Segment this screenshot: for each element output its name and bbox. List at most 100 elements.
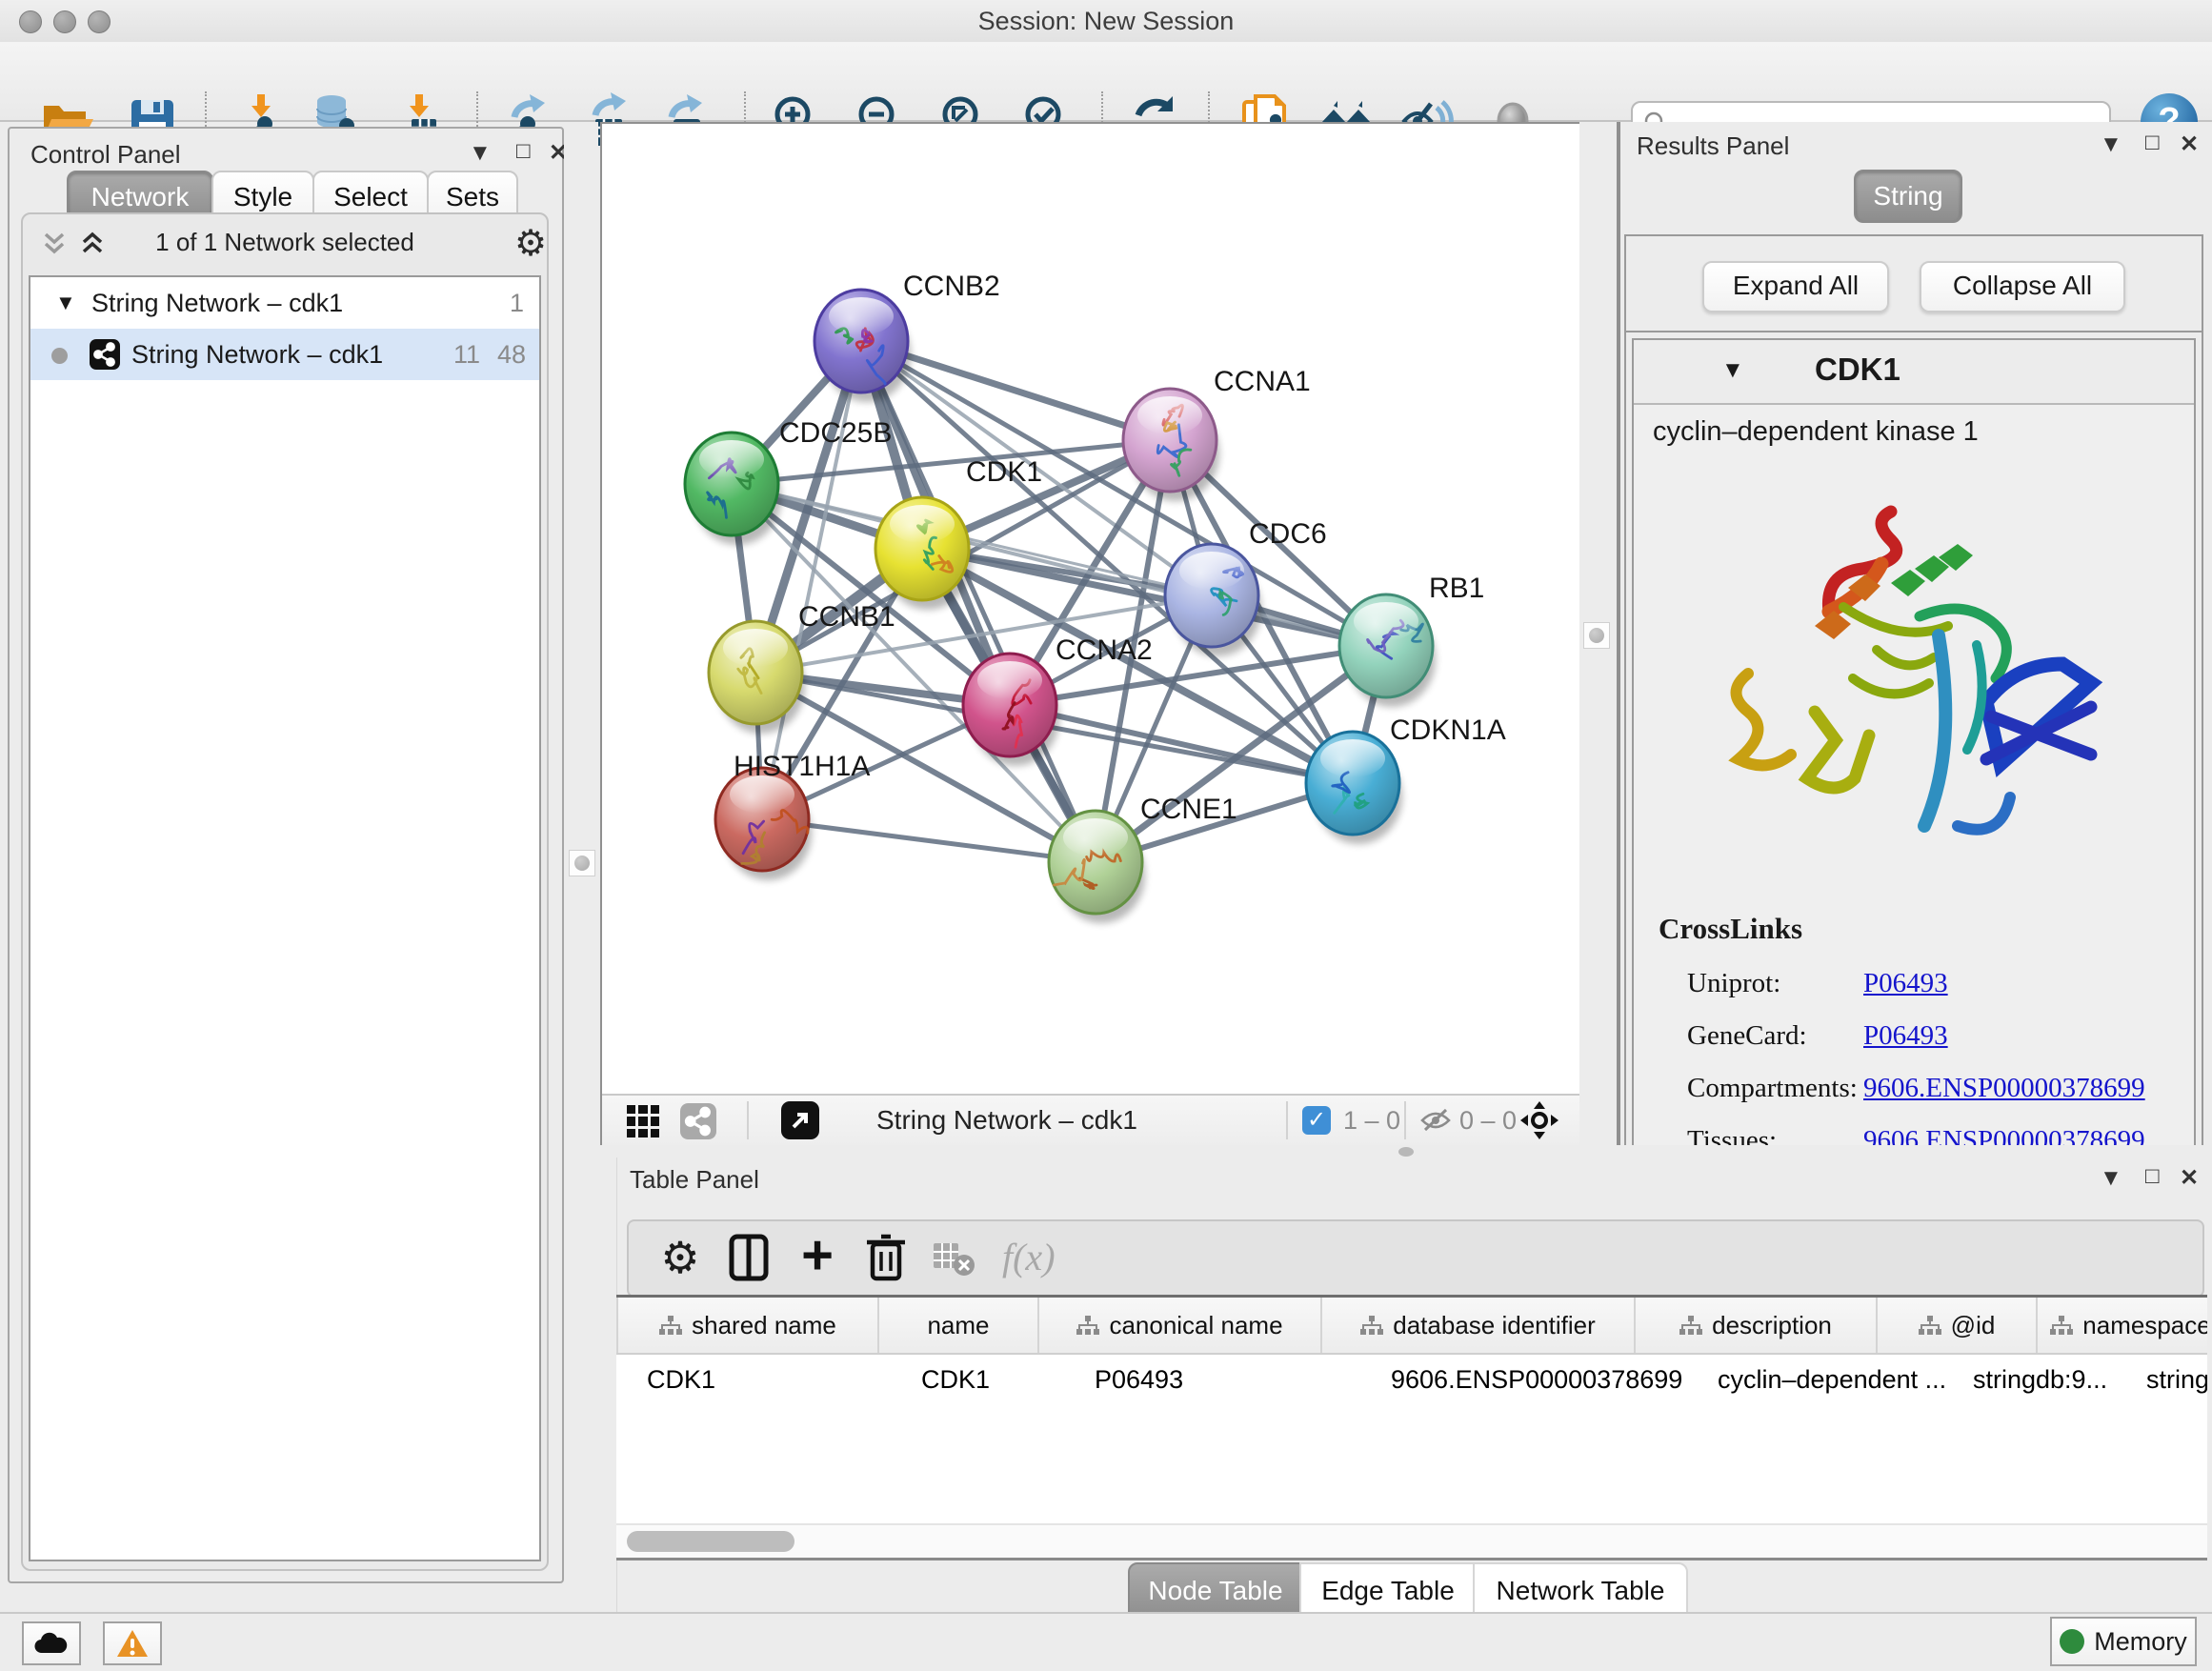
tab-string[interactable]: String [1854, 170, 1962, 223]
collapse-panel-icon[interactable]: ▼ [2100, 1165, 2122, 1192]
crosslinks-title: CrossLinks [1659, 912, 1802, 946]
network-tree: ▼ String Network – cdk1 1 String Network… [29, 275, 541, 1561]
splitter-handle[interactable] [1583, 622, 1610, 649]
status-bar: Memory [0, 1612, 2212, 1671]
table-panel-title: Table Panel [630, 1165, 759, 1195]
gene-name: CDK1 [1815, 352, 1900, 388]
node-count: 11 [453, 329, 480, 380]
crosslink-link[interactable]: 9606.ENSP00000378699 [1863, 1073, 2145, 1104]
table-cell: stringdb:9... [1958, 1355, 2131, 1404]
close-panel-icon[interactable]: ✕ [2180, 131, 2199, 158]
table-cell: CDK1 [632, 1355, 906, 1404]
crosslink-label: GeneCard: [1687, 1020, 1863, 1052]
warning-icon [115, 1628, 150, 1659]
memory-button[interactable]: Memory [2050, 1617, 2197, 1666]
column-header-description[interactable]: description [1636, 1298, 1878, 1353]
network-view-title: String Network – cdk1 [876, 1096, 1137, 1145]
show-columns-icon[interactable] [720, 1229, 777, 1286]
float-panel-icon[interactable]: □ [2145, 130, 2160, 156]
detach-view-icon[interactable] [781, 1101, 819, 1139]
column-header-canonical-name[interactable]: canonical name [1039, 1298, 1322, 1353]
table-row[interactable]: CDK1CDK1P064939606.ENSP00000378699cyclin… [616, 1355, 2207, 1404]
column-namespace-icon [1919, 1315, 1941, 1336]
network-options-gear-icon[interactable]: ⚙ [514, 222, 547, 265]
hidden-eye-icon[interactable] [1419, 1107, 1452, 1134]
function-builder-icon: f(x) [1002, 1229, 1107, 1286]
crosslink-label: Uniprot: [1687, 968, 1863, 999]
left-splitter[interactable] [564, 122, 598, 1145]
table-cell: CDK1 [906, 1355, 1079, 1404]
cytoscape-window: Session: New Session [0, 0, 2212, 1671]
cloud-status-button[interactable] [22, 1621, 81, 1665]
birds-eye-view-icon[interactable] [1518, 1099, 1560, 1141]
selected-checkbox-icon[interactable]: ✓ [1302, 1106, 1331, 1135]
network-edge[interactable] [861, 341, 1096, 862]
network-share-view-icon[interactable] [680, 1103, 716, 1139]
node-label: CCNB1 [798, 601, 895, 633]
window-title: Session: New Session [0, 0, 2212, 42]
expand-all-button[interactable]: Expand All [1702, 261, 1889, 312]
network-edge[interactable] [762, 819, 1096, 862]
string-network-icon [90, 339, 120, 370]
results-buttons-row: Expand All Collapse All [1626, 236, 2202, 332]
network-edge[interactable] [762, 341, 861, 819]
column-header-namespace[interactable]: namespace [2038, 1298, 2207, 1353]
float-panel-icon[interactable]: □ [516, 138, 531, 165]
tree-expand-icon[interactable]: ▼ [55, 277, 76, 329]
splitter-handle[interactable] [1398, 1147, 1414, 1157]
network-collection-row[interactable]: ▼ String Network – cdk1 1 [30, 277, 539, 329]
grid-view-icon[interactable] [627, 1105, 659, 1137]
column-label: namespace [2082, 1311, 2207, 1340]
horizontal-splitter[interactable] [600, 1145, 2212, 1158]
results-panel-title: Results Panel [1637, 131, 1789, 161]
delete-column-icon[interactable] [857, 1229, 915, 1286]
warning-status-button[interactable] [103, 1621, 162, 1665]
cloud-icon [32, 1630, 70, 1657]
crosslink-link[interactable]: P06493 [1863, 968, 1948, 999]
section-collapse-icon[interactable]: ▼ [1721, 357, 1744, 384]
column-namespace-icon [1679, 1315, 1702, 1336]
column-label: @id [1951, 1311, 1996, 1340]
network-canvas[interactable]: CCNB2CCNA1CDC25BCDK1CDC6RB1CCNB1CCNA2CDK… [602, 124, 1581, 1094]
node-label: CDKN1A [1390, 715, 1506, 746]
right-splitter[interactable] [1579, 122, 1617, 1145]
close-panel-icon[interactable]: ✕ [2180, 1164, 2199, 1192]
column-header--id[interactable]: @id [1878, 1298, 2038, 1353]
table-cell: cyclin–dependent ... [1702, 1355, 1958, 1404]
memory-label: Memory [2094, 1627, 2187, 1657]
gene-section-header[interactable]: ▼ CDK1 [1634, 340, 2194, 405]
table-hscrollbar[interactable] [616, 1523, 2207, 1558]
column-namespace-icon [2050, 1315, 2073, 1336]
node-label: CCNA2 [1056, 634, 1153, 666]
network-view-toolbar: String Network – cdk1 ✓ 1 – 0 0 – 0 [602, 1094, 1581, 1145]
node-table: shared namenamecanonical namedatabase id… [616, 1295, 2207, 1560]
float-panel-icon[interactable]: □ [2145, 1163, 2160, 1190]
node-label: CCNA1 [1214, 366, 1311, 397]
crosslink-row: GeneCard:P06493 [1687, 1010, 2182, 1062]
create-column-icon[interactable]: + [789, 1229, 846, 1286]
network-collection-label: String Network – cdk1 [91, 277, 343, 329]
table-header-row: shared namenamecanonical namedatabase id… [616, 1298, 2207, 1355]
network-list-box: 1 of 1 Network selected ⚙ ▼ String Netwo… [21, 212, 549, 1571]
column-header-name[interactable]: name [879, 1298, 1039, 1353]
collapse-panel-icon[interactable]: ▼ [2100, 131, 2122, 158]
toolbar-separator [1286, 1101, 1288, 1139]
delete-table-icon [930, 1229, 977, 1286]
collapse-all-button[interactable]: Collapse All [1920, 261, 2125, 312]
table-options-gear-icon[interactable]: ⚙ [652, 1229, 709, 1286]
hidden-node-edge-counts: 0 – 0 [1459, 1096, 1517, 1145]
column-header-database-identifier[interactable]: database identifier [1322, 1298, 1636, 1353]
column-header-shared-name[interactable]: shared name [618, 1298, 879, 1353]
crosslink-link[interactable]: P06493 [1863, 1020, 1948, 1052]
network-row[interactable]: String Network – cdk1 11 48 [30, 329, 539, 380]
column-label: description [1712, 1311, 1832, 1340]
scrollbar-thumb[interactable] [627, 1531, 794, 1552]
node-label: RB1 [1429, 573, 1484, 604]
network-selection-status: 1 of 1 Network selected [23, 228, 547, 257]
collapse-panel-icon[interactable]: ▼ [469, 140, 492, 167]
memory-status-icon [2060, 1629, 2084, 1654]
crosslink-label: Compartments: [1687, 1073, 1863, 1104]
splitter-handle[interactable] [569, 850, 595, 876]
results-content-box: Expand All Collapse All ▼ CDK1 cyclin–de… [1624, 234, 2203, 1298]
crosslink-row: Uniprot:P06493 [1687, 957, 2182, 1010]
